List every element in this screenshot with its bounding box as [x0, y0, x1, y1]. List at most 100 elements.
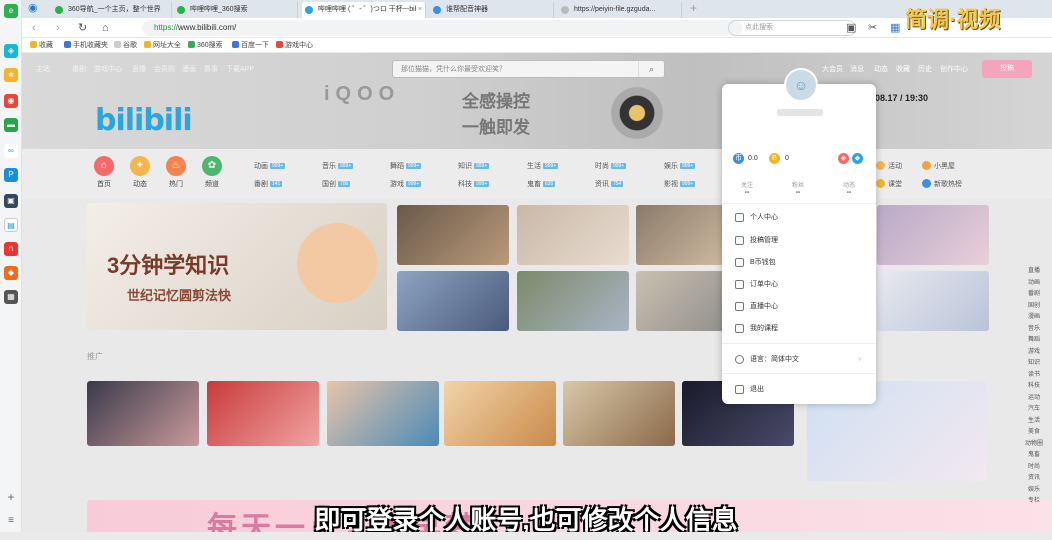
nav-item[interactable]: 下载APP: [226, 64, 254, 74]
stat-dynamic[interactable]: 动态 --: [829, 180, 869, 196]
badge-icon[interactable]: ◈: [838, 153, 849, 164]
category-link[interactable]: 游戏 999+: [390, 179, 422, 189]
category-link[interactable]: 音乐 999+: [322, 161, 354, 171]
video-thumbnail[interactable]: [397, 271, 509, 331]
tab-file[interactable]: https://peiyin-file.gzguda...: [558, 2, 682, 18]
bookmark-item[interactable]: 谷歌: [114, 38, 137, 53]
extra-link[interactable]: 新歌热榜: [922, 179, 962, 189]
category-link[interactable]: 动画 999+: [254, 161, 286, 171]
right-category-tag[interactable]: 娱乐: [1024, 484, 1044, 493]
game-icon[interactable]: ◆: [4, 266, 18, 280]
nav-right-item[interactable]: 消息: [850, 64, 864, 74]
category-link[interactable]: 鬼畜 620: [527, 179, 556, 189]
browser-search-input[interactable]: 点此搜索: [728, 20, 856, 36]
upload-button[interactable]: 投稿: [982, 60, 1032, 78]
nav-item[interactable]: 直播: [132, 64, 146, 74]
bookmark-item[interactable]: 手机收藏夹: [64, 38, 108, 53]
right-category-tag[interactable]: 运动: [1024, 392, 1044, 401]
right-category-tag[interactable]: 知识: [1024, 357, 1044, 366]
url-field[interactable]: https://www.bilibili.com/: [142, 20, 742, 36]
video-thumbnail[interactable]: [517, 205, 629, 265]
search-icon[interactable]: ⌕: [638, 61, 664, 77]
bookmark-item[interactable]: 360搜索: [188, 38, 223, 53]
back-button[interactable]: ‹: [32, 20, 36, 36]
nav-item[interactable]: 赛事: [204, 64, 218, 74]
right-category-tag[interactable]: 游戏: [1024, 346, 1044, 355]
extension-icon[interactable]: ▦: [890, 20, 900, 36]
nav-item[interactable]: 游戏中心: [94, 64, 122, 74]
hot-channel-icon[interactable]: ♨: [166, 156, 186, 176]
extra-link[interactable]: 小黑屋: [922, 161, 955, 171]
close-icon[interactable]: ×: [418, 2, 422, 18]
featured-carousel[interactable]: 3分钟学知识 世纪记忆圆剪法快: [87, 203, 387, 330]
right-category-tag[interactable]: 国创: [1024, 300, 1044, 309]
new-tab-button[interactable]: +: [690, 0, 697, 16]
menu-courses[interactable]: 我的课程: [735, 322, 865, 336]
forward-button[interactable]: ›: [56, 20, 60, 36]
right-category-tag[interactable]: 生活: [1024, 415, 1044, 424]
tab-search[interactable]: 哔哩哔哩_360搜索: [174, 2, 298, 18]
tab-bilibili[interactable]: 哔哩哔哩 ( ゜- ゜)つロ 干杯~-bil ×: [302, 2, 426, 18]
right-category-tag[interactable]: 鬼畜: [1024, 449, 1044, 458]
bilibili-logo[interactable]: bilibili: [95, 103, 193, 138]
reload-button[interactable]: ↻: [78, 20, 87, 36]
right-category-tag[interactable]: 美食: [1024, 426, 1044, 435]
video-thumbnail[interactable]: [397, 205, 509, 265]
extra-link[interactable]: 课堂: [876, 179, 902, 189]
stat-following[interactable]: 关注 --: [727, 180, 767, 196]
menu-language[interactable]: 语言：简体中文 ›: [735, 353, 865, 367]
channel-label[interactable]: 动态: [125, 179, 155, 189]
nav-item[interactable]: 番剧: [72, 64, 86, 74]
right-category-tag[interactable]: 时尚: [1024, 461, 1044, 470]
category-link[interactable]: 舞蹈 999+: [390, 161, 422, 171]
bookmark-item[interactable]: 收藏: [30, 38, 53, 53]
link-icon[interactable]: ∞: [4, 144, 18, 158]
tool-icon[interactable]: ▦: [4, 290, 18, 304]
doc-icon[interactable]: ▤: [4, 218, 18, 232]
home-channel-icon[interactable]: ⌂: [94, 156, 114, 176]
category-link[interactable]: 影视 999+: [664, 179, 696, 189]
video-thumbnail[interactable]: [444, 381, 556, 446]
bookmark-item[interactable]: 百度一下: [232, 38, 269, 53]
right-category-tag[interactable]: 读书: [1024, 369, 1044, 378]
right-category-tag[interactable]: 音乐: [1024, 323, 1044, 332]
right-category-tag[interactable]: 直播: [1024, 265, 1044, 274]
right-category-tag[interactable]: 动物圈: [1024, 438, 1044, 447]
nav-right-item[interactable]: 动态: [874, 64, 888, 74]
menu-personal-center[interactable]: 个人中心: [735, 211, 865, 225]
home-button[interactable]: ⌂: [102, 20, 109, 36]
right-category-tag[interactable]: 动画: [1024, 277, 1044, 286]
nav-right-item[interactable]: 历史: [918, 64, 932, 74]
mail-icon[interactable]: ▬: [4, 118, 18, 132]
site-search-input[interactable]: 那位猫猫，凭什么你最受欢迎笑？ ⌕: [392, 60, 665, 78]
video-thumbnail[interactable]: [877, 271, 989, 331]
category-link[interactable]: 知识 999+: [458, 161, 490, 171]
browser-logo-icon[interactable]: e: [4, 4, 18, 18]
menu-upload-manage[interactable]: 投稿管理: [735, 234, 865, 248]
bookmark-item[interactable]: 网址大全: [144, 38, 181, 53]
tab-peiyin[interactable]: 谁帮配音神器: [430, 2, 554, 18]
right-category-tag[interactable]: 舞蹈: [1024, 334, 1044, 343]
star-icon[interactable]: ★: [4, 68, 18, 82]
category-link[interactable]: 生活 999+: [527, 161, 559, 171]
bookmark-item[interactable]: 游戏中心: [276, 38, 313, 53]
video-thumbnail[interactable]: [517, 271, 629, 331]
nav-item[interactable]: 漫画: [182, 64, 196, 74]
channel-label[interactable]: 热门: [161, 179, 191, 189]
channel-label[interactable]: 首页: [89, 179, 119, 189]
menu-logout[interactable]: 退出: [735, 383, 865, 397]
nav-right-item[interactable]: 创作中心: [940, 64, 968, 74]
screenshot-icon[interactable]: ▣: [846, 20, 856, 36]
tab-360[interactable]: 360导航_一个主页，整个世界: [52, 2, 172, 18]
menu-orders[interactable]: 订单中心: [735, 278, 865, 292]
right-category-tag[interactable]: 资讯: [1024, 472, 1044, 481]
nav-item[interactable]: 会员购: [154, 64, 175, 74]
nav-right-item[interactable]: 收藏: [896, 64, 910, 74]
category-link[interactable]: 科技 999+: [458, 179, 490, 189]
right-category-tag[interactable]: 汽车: [1024, 403, 1044, 412]
nav-right-item[interactable]: 大会员: [822, 64, 843, 74]
video-thumbnail[interactable]: [327, 381, 439, 446]
right-category-tag[interactable]: 番剧: [1024, 288, 1044, 297]
app-icon[interactable]: ◈: [4, 44, 18, 58]
video-thumbnail[interactable]: [877, 205, 989, 265]
